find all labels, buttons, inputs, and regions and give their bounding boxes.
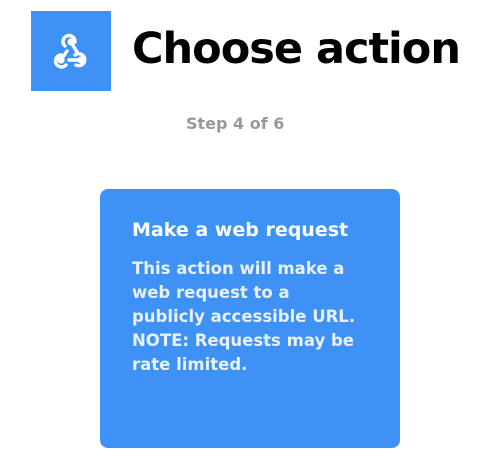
webhooks-icon (53, 33, 87, 69)
action-title: Make a web request (132, 219, 349, 241)
make-web-request-action-card[interactable]: Make a web request This action will make… (100, 189, 400, 448)
step-indicator: Step 4 of 6 (186, 114, 285, 133)
action-description: This action will make a web request to a… (132, 258, 356, 374)
page-title: Choose action (132, 24, 461, 74)
service-logo (31, 11, 111, 91)
